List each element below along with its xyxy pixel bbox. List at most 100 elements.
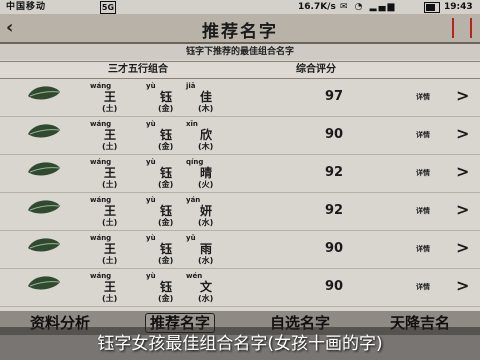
element-badge: (土) bbox=[102, 294, 118, 303]
element-badge: (木) bbox=[198, 104, 214, 113]
name-list: wáng yù jiā 王钰佳 (土) (金) (木) 97 详情 > wáng yù xīn 王钰欣 (土… bbox=[0, 78, 480, 307]
element-badge: (水) bbox=[198, 256, 214, 265]
element-badge: (土) bbox=[102, 218, 118, 227]
element-badge: (火) bbox=[198, 180, 214, 189]
pinyin-line: wáng yù yán bbox=[90, 196, 250, 204]
pinyin-line: wáng yù yǔ bbox=[90, 234, 250, 242]
name-row[interactable]: wáng yù xīn 王 钰 欣 (土) (金) (木) 90 详情 > bbox=[0, 116, 480, 155]
score-value: 90 bbox=[324, 127, 344, 142]
pinyin-syllable: yù bbox=[146, 272, 156, 280]
name-character: 王 bbox=[104, 204, 117, 218]
signal-icon: ✉ ◔ ▂▄▆ bbox=[340, 2, 397, 12]
pinyin-syllable: wáng bbox=[90, 120, 112, 128]
name-character: 佳 bbox=[200, 90, 213, 104]
name-character: 晴 bbox=[200, 166, 213, 180]
pinyin-syllable: yù bbox=[146, 158, 156, 166]
five-elements: (土) (金) (木) bbox=[100, 104, 260, 114]
name-character: 王 bbox=[104, 242, 117, 256]
element-badge: (水) bbox=[198, 294, 214, 303]
detail-link[interactable]: 详情 bbox=[416, 129, 430, 141]
score-value: 92 bbox=[324, 203, 344, 218]
leaf-icon bbox=[24, 272, 64, 302]
pinyin-syllable: yù bbox=[146, 234, 156, 242]
chevron-right-icon[interactable]: > bbox=[456, 125, 469, 143]
element-badge: (金) bbox=[158, 104, 174, 113]
element-badge: (土) bbox=[102, 256, 118, 265]
chevron-right-icon[interactable]: > bbox=[456, 87, 469, 105]
name-character: 钰 bbox=[160, 128, 173, 142]
list-header: 三才五行组合 综合评分 bbox=[0, 61, 480, 79]
chevron-right-icon[interactable]: > bbox=[456, 163, 469, 181]
pinyin-syllable: yǔ bbox=[186, 234, 196, 242]
status-bar: 中国移动 5G 16.7K/s ✉ ◔ ▂▄▆ 19:43 bbox=[0, 0, 480, 14]
name-characters: 王钰晴 bbox=[100, 166, 260, 180]
caption-bar: 钰字女孩最佳组合名字(女孩十画的字) bbox=[0, 327, 480, 360]
detail-link[interactable]: 详情 bbox=[416, 205, 430, 217]
pinyin-syllable: wáng bbox=[90, 196, 112, 204]
name-characters: 王钰文 bbox=[100, 280, 260, 294]
battery-icon bbox=[424, 2, 440, 13]
pinyin-syllable: wáng bbox=[90, 272, 112, 280]
score-value: 90 bbox=[324, 279, 344, 294]
carrier-label: 中国移动 bbox=[6, 2, 47, 12]
five-elements: (土) (金) (水) bbox=[100, 294, 260, 304]
name-character: 妍 bbox=[200, 204, 213, 218]
name-row[interactable]: wáng yù yán 王 钰 妍 (土) (金) (水) 92 详情 > bbox=[0, 192, 480, 231]
name-row[interactable]: wáng yù qíng 王 钰 晴 (土) (金) (火) 92 详情 > bbox=[0, 154, 480, 193]
phone-screen: 中国移动 5G 16.7K/s ✉ ◔ ▂▄▆ 19:43 ‹ 推荐名字 钰字下… bbox=[0, 0, 480, 360]
name-characters: 王钰雨 bbox=[100, 242, 260, 256]
pinyin-syllable: wáng bbox=[90, 82, 112, 90]
list-subtitle: 钰字下推荐的最佳组合名字 bbox=[0, 44, 480, 60]
leaf-icon bbox=[24, 120, 64, 150]
name-row[interactable]: wáng yù yǔ 王 钰 雨 (土) (金) (水) 90 详情 > bbox=[0, 230, 480, 269]
pinyin-syllable: wén bbox=[186, 272, 203, 280]
element-badge: (土) bbox=[102, 180, 118, 189]
element-badge: (水) bbox=[198, 218, 214, 227]
name-character: 雨 bbox=[200, 242, 213, 256]
pinyin-syllable: wáng bbox=[90, 158, 112, 166]
network-speed: 16.7K/s bbox=[298, 2, 336, 12]
pinyin-syllable: xīn bbox=[186, 120, 198, 128]
pinyin-syllable: wáng bbox=[90, 234, 112, 242]
name-character: 钰 bbox=[160, 204, 173, 218]
five-elements: (土) (金) (水) bbox=[100, 218, 260, 228]
pinyin-syllable: yù bbox=[146, 82, 156, 90]
score-column-header: 综合评分 bbox=[296, 64, 336, 75]
name-character: 王 bbox=[104, 128, 117, 142]
pinyin-line: wáng yù xīn bbox=[90, 120, 250, 128]
detail-link[interactable]: 详情 bbox=[416, 243, 430, 255]
detail-link[interactable]: 详情 bbox=[416, 167, 430, 179]
name-character: 文 bbox=[200, 280, 213, 294]
element-badge: (木) bbox=[198, 142, 214, 151]
pinyin-line: wáng yù qíng bbox=[90, 158, 250, 166]
detail-link[interactable]: 详情 bbox=[416, 281, 430, 293]
menu-icon[interactable] bbox=[452, 18, 472, 38]
element-badge: (土) bbox=[102, 142, 118, 151]
chevron-right-icon[interactable]: > bbox=[456, 201, 469, 219]
element-badge: (金) bbox=[158, 218, 174, 227]
leaf-icon bbox=[24, 196, 64, 226]
caption-text: 钰字女孩最佳组合名字(女孩十画的字) bbox=[97, 334, 383, 354]
name-row[interactable]: wáng yù wén 王 钰 文 (土) (金) (水) 90 详情 > bbox=[0, 268, 480, 307]
leaf-icon bbox=[24, 82, 64, 112]
name-character: 钰 bbox=[160, 166, 173, 180]
chevron-right-icon[interactable]: > bbox=[456, 277, 469, 295]
name-character: 钰 bbox=[160, 242, 173, 256]
name-row[interactable]: wáng yù jiā 王 钰 佳 (土) (金) (木) 97 详情 > bbox=[0, 78, 480, 117]
pinyin-syllable: qíng bbox=[186, 158, 204, 166]
leaf-icon bbox=[24, 158, 64, 188]
element-badge: (金) bbox=[158, 256, 174, 265]
sim-badge: 5G bbox=[100, 1, 116, 14]
five-elements: (土) (金) (火) bbox=[100, 180, 260, 190]
pinyin-syllable: yù bbox=[146, 196, 156, 204]
detail-link[interactable]: 详情 bbox=[416, 91, 430, 103]
element-badge: (金) bbox=[158, 294, 174, 303]
combo-column-header: 三才五行组合 bbox=[108, 64, 168, 75]
name-character: 王 bbox=[104, 90, 117, 104]
five-elements: (土) (金) (水) bbox=[100, 256, 260, 266]
name-character: 欣 bbox=[200, 128, 213, 142]
clock: 19:43 bbox=[444, 2, 473, 12]
chevron-right-icon[interactable]: > bbox=[456, 239, 469, 257]
pinyin-line: wáng yù jiā bbox=[90, 82, 250, 90]
pinyin-syllable: yù bbox=[146, 120, 156, 128]
